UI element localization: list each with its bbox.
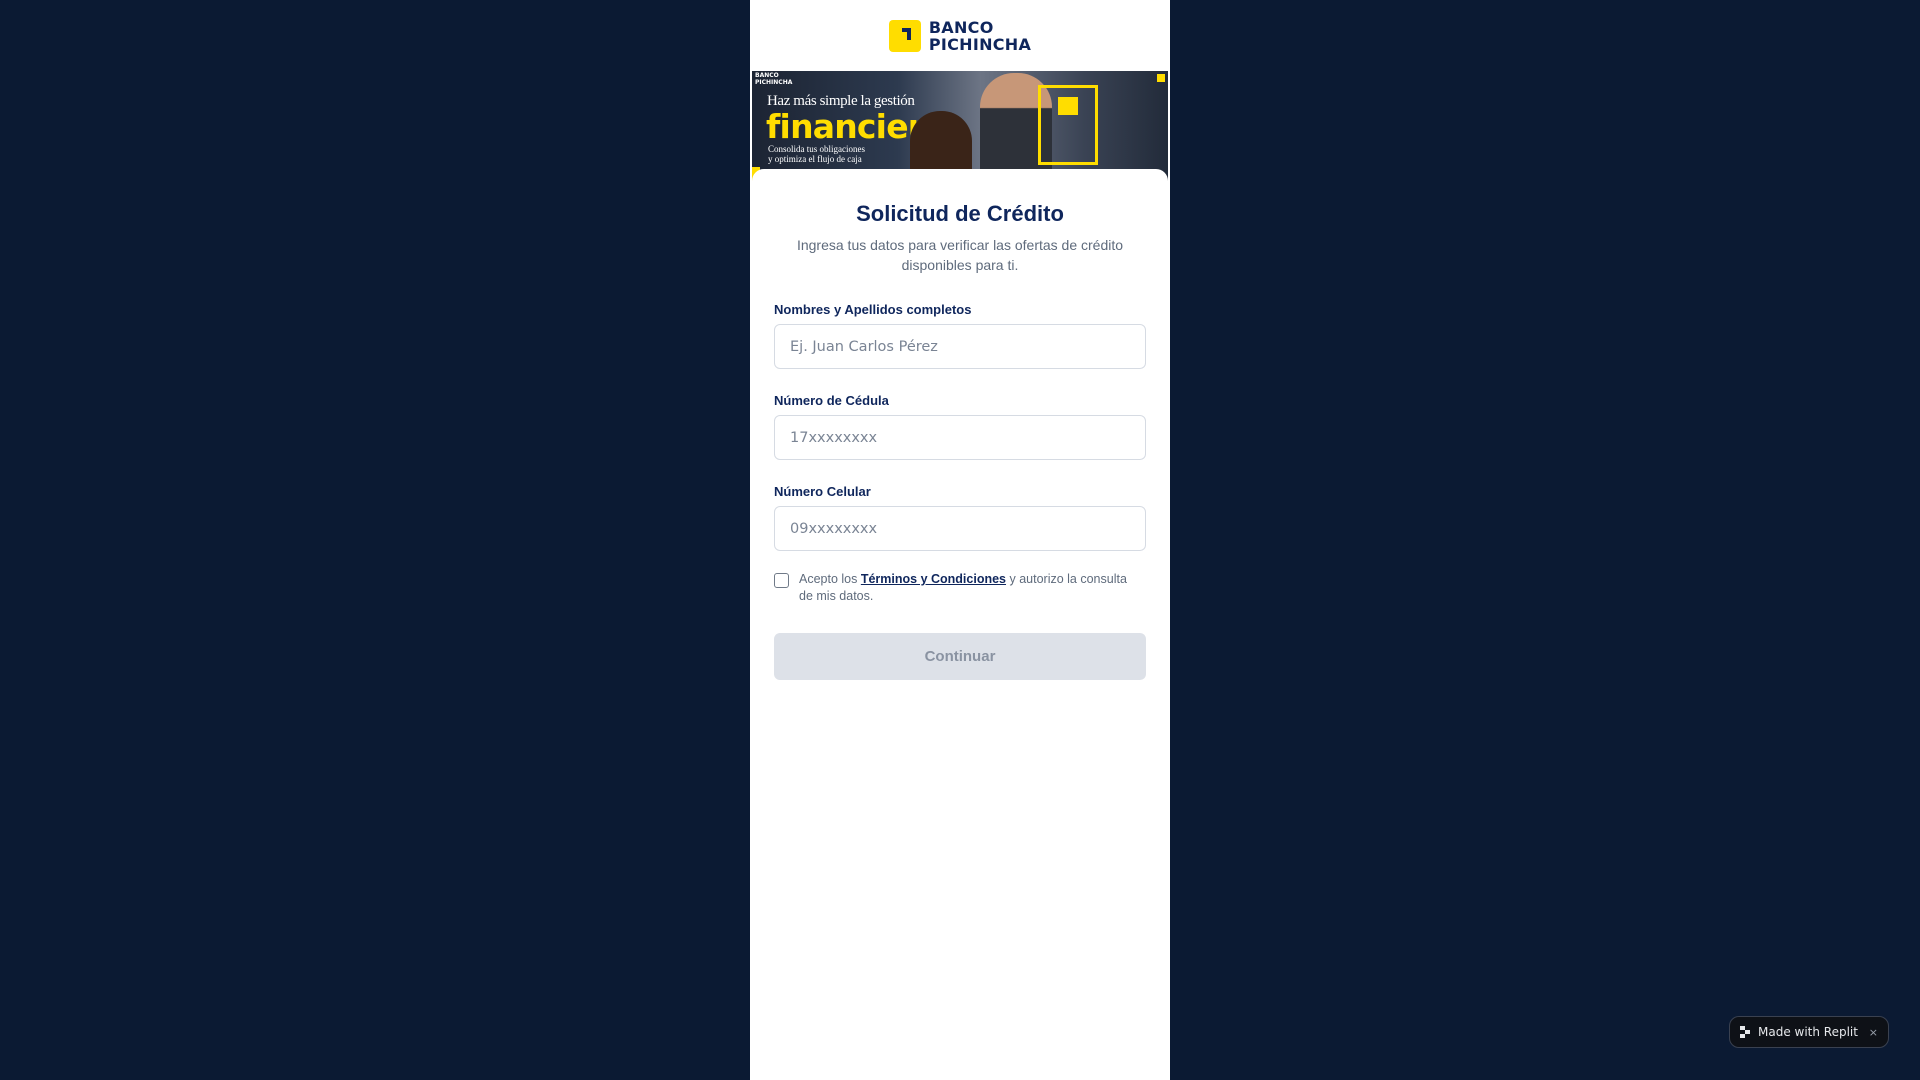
promo-banner: BANCO PICHINCHA Haz más simple la gestió… [752, 71, 1168, 181]
banner-corner-decoration [1157, 74, 1165, 82]
mobile-container: BANCO PICHINCHA BANCO PICHINCHA Haz más … [750, 0, 1170, 1080]
replit-badge-label: Made with Replit [1758, 1025, 1858, 1039]
banner-tagline: Consolida tus obligaciones y optimiza el… [768, 144, 865, 164]
banner-tagline-line-1: Consolida tus obligaciones [768, 144, 865, 154]
header: BANCO PICHINCHA [750, 0, 1170, 71]
full-name-label: Nombres y Apellidos completos [774, 302, 972, 317]
replit-badge[interactable]: Made with Replit × [1729, 1016, 1889, 1048]
bank-logo-text: BANCO PICHINCHA [929, 19, 1031, 53]
id-number-input[interactable] [774, 415, 1146, 460]
terms-checkbox[interactable] [774, 573, 789, 588]
close-icon[interactable]: × [1869, 1026, 1878, 1039]
bank-logo-icon [888, 19, 921, 52]
page-subtitle: Ingresa tus datos para verificar las ofe… [796, 237, 1124, 273]
page-title: Solicitud de Crédito [856, 201, 1064, 226]
full-name-input[interactable] [774, 324, 1146, 369]
banner-brand-line-1: BANCO [755, 72, 779, 79]
logo-line-1: BANCO [928, 17, 994, 37]
phone-number-label: Número Celular [774, 484, 871, 499]
banner-logo-decoration [1058, 97, 1078, 115]
banner-card-edge [752, 169, 1168, 181]
terms-prefix: Acepto los [799, 572, 861, 586]
replit-icon [1740, 1026, 1752, 1038]
banner-tagline-line-2: y optimiza el flujo de caja [768, 154, 862, 164]
terms-row: Acepto los Términos y Condiciones y auto… [774, 571, 1146, 605]
phone-number-input[interactable] [774, 506, 1146, 551]
terms-link[interactable]: Términos y Condiciones [861, 572, 1006, 586]
banner-brand-line-2: PICHINCHA [755, 79, 793, 86]
continue-button[interactable]: Continuar [774, 633, 1146, 680]
logo-line-2: PICHINCHA [928, 34, 1032, 54]
terms-text: Acepto los Términos y Condiciones y auto… [799, 571, 1139, 605]
id-number-label: Número de Cédula [774, 393, 889, 408]
banner-brand: BANCO PICHINCHA [755, 72, 792, 86]
credit-form: Solicitud de Crédito Ingresa tus datos p… [750, 201, 1170, 680]
